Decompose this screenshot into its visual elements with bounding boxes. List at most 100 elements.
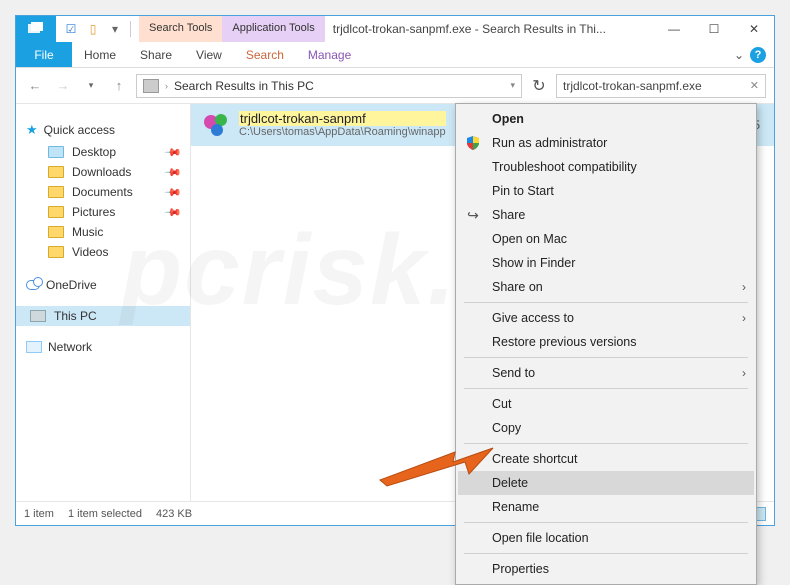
manage-context-tab[interactable]: Manage [296, 42, 363, 67]
share-icon: ↪ [464, 207, 482, 224]
clear-search-icon[interactable]: ✕ [750, 79, 759, 92]
search-box[interactable]: trjdlcot-trokan-sanpmf.exe ✕ [556, 74, 766, 98]
ribbon-right-controls: ⌄ ? [734, 42, 774, 67]
address-dropdown-icon[interactable]: ▾ [510, 80, 515, 91]
ctx-delete[interactable]: Delete [458, 471, 754, 495]
sidebar-item-videos[interactable]: Videos [16, 242, 190, 262]
sidebar-item-label: Pictures [72, 205, 115, 219]
ctx-label: Delete [492, 476, 528, 490]
ctx-label: Cut [492, 397, 511, 411]
ctx-share-on[interactable]: Share on› [458, 275, 754, 299]
ctx-label: Share [492, 208, 525, 222]
help-icon[interactable]: ? [750, 47, 766, 63]
onedrive-label: OneDrive [46, 278, 97, 292]
ctx-cut[interactable]: Cut [458, 392, 754, 416]
music-icon [48, 226, 64, 238]
this-pc-label: This PC [54, 309, 97, 323]
ctx-separator [464, 302, 748, 303]
ctx-label: Share on [492, 280, 543, 294]
ctx-label: Rename [492, 500, 539, 514]
recent-locations-dropdown[interactable]: ▾ [80, 75, 102, 97]
quick-access-toolbar: ☑ ▯ ▾ [56, 16, 139, 42]
file-tab[interactable]: File [16, 42, 72, 67]
address-bar[interactable]: › Search Results in This PC ▾ [136, 74, 522, 98]
up-button[interactable]: ↑ [108, 75, 130, 97]
ctx-label: Show in Finder [492, 256, 575, 270]
sidebar-item-music[interactable]: Music [16, 222, 190, 242]
share-tab[interactable]: Share [128, 42, 184, 67]
application-tools-header: Application Tools [222, 16, 324, 42]
ctx-give-access[interactable]: Give access to› [458, 306, 754, 330]
ribbon-expand-icon[interactable]: ⌄ [734, 48, 744, 62]
ctx-send-to[interactable]: Send to› [458, 361, 754, 385]
close-button[interactable]: ✕ [734, 16, 774, 42]
ctx-label: Open [492, 112, 524, 126]
sidebar-item-label: Downloads [72, 165, 131, 179]
ctx-create-shortcut[interactable]: Create shortcut [458, 447, 754, 471]
submenu-arrow-icon: › [742, 366, 746, 380]
ctx-copy[interactable]: Copy [458, 416, 754, 440]
network-label: Network [48, 340, 92, 354]
result-text-block: trjdlcot-trokan-sanpmf C:\Users\tomas\Ap… [239, 111, 446, 140]
downloads-icon [48, 166, 64, 178]
ctx-pin-start[interactable]: Pin to Start [458, 179, 754, 203]
contextual-tabs-header: Search Tools Application Tools [139, 16, 325, 42]
search-tools-header: Search Tools [139, 16, 222, 42]
ctx-restore-versions[interactable]: Restore previous versions [458, 330, 754, 354]
breadcrumb-location[interactable]: Search Results in This PC [174, 79, 314, 93]
status-item-count: 1 item [24, 508, 54, 520]
ctx-properties[interactable]: Properties [458, 557, 754, 581]
forward-button[interactable]: → [52, 75, 74, 97]
sidebar-item-desktop[interactable]: Desktop📌 [16, 142, 190, 162]
onedrive-group[interactable]: OneDrive [16, 274, 190, 296]
ctx-label: Troubleshoot compatibility [492, 160, 637, 174]
ctx-rename[interactable]: Rename [458, 495, 754, 519]
sidebar-item-label: Music [72, 225, 103, 239]
pin-icon: 📌 [164, 203, 183, 222]
maximize-button[interactable]: ☐ [694, 16, 734, 42]
ctx-separator [464, 553, 748, 554]
ctx-share[interactable]: ↪ Share [458, 203, 754, 227]
sidebar-item-label: Documents [72, 185, 133, 199]
search-context-tab[interactable]: Search [234, 42, 296, 67]
back-button[interactable]: ← [24, 75, 46, 97]
qat-dropdown-icon[interactable]: ▾ [108, 22, 122, 36]
app-menu-icon[interactable] [16, 16, 56, 42]
search-query-text: trjdlcot-trokan-sanpmf.exe [563, 79, 702, 93]
sidebar-item-downloads[interactable]: Downloads 📌 [16, 162, 190, 182]
ctx-label: Properties [492, 562, 549, 576]
ctx-label: Open on Mac [492, 232, 567, 246]
new-folder-qat-icon[interactable]: ▯ [86, 22, 100, 36]
uac-shield-icon [464, 136, 482, 150]
ctx-run-as-admin[interactable]: Run as administrator [458, 131, 754, 155]
properties-qat-icon[interactable]: ☑ [64, 22, 78, 36]
navigation-toolbar: ← → ▾ ↑ › Search Results in This PC ▾ ↻ … [16, 68, 774, 104]
ctx-troubleshoot[interactable]: Troubleshoot compatibility [458, 155, 754, 179]
window-controls: — ☐ ✕ [654, 16, 774, 42]
navigation-pane[interactable]: ★ Quick access Desktop📌 Downloads 📌 Docum… [16, 104, 191, 501]
documents-icon [48, 186, 64, 198]
ctx-open[interactable]: Open [458, 107, 754, 131]
ctx-open-file-location[interactable]: Open file location [458, 526, 754, 550]
quick-access-star-icon: ★ [26, 122, 38, 138]
home-tab[interactable]: Home [72, 42, 128, 67]
minimize-button[interactable]: — [654, 16, 694, 42]
ctx-show-in-finder[interactable]: Show in Finder [458, 251, 754, 275]
network-group[interactable]: Network [16, 336, 190, 358]
quick-access-group[interactable]: ★ Quick access [16, 118, 190, 142]
refresh-button[interactable]: ↻ [528, 76, 550, 96]
result-filename: trjdlcot-trokan-sanpmf [239, 111, 446, 127]
context-menu: Open Run as administrator Troubleshoot c… [455, 103, 757, 585]
sidebar-item-documents[interactable]: Documents📌 [16, 182, 190, 202]
ctx-label: Copy [492, 421, 521, 435]
ctx-open-on-mac[interactable]: Open on Mac [458, 227, 754, 251]
sidebar-item-pictures[interactable]: Pictures 📌 [16, 202, 190, 222]
pin-icon: 📌 [164, 163, 183, 182]
ctx-label: Run as administrator [492, 136, 607, 150]
result-path: C:\Users\tomas\AppData\Roaming\winapp [239, 126, 446, 139]
view-tab[interactable]: View [184, 42, 234, 67]
ctx-separator [464, 357, 748, 358]
ctx-label: Create shortcut [492, 452, 577, 466]
ctx-separator [464, 443, 748, 444]
sidebar-item-this-pc[interactable]: This PC [16, 306, 190, 326]
